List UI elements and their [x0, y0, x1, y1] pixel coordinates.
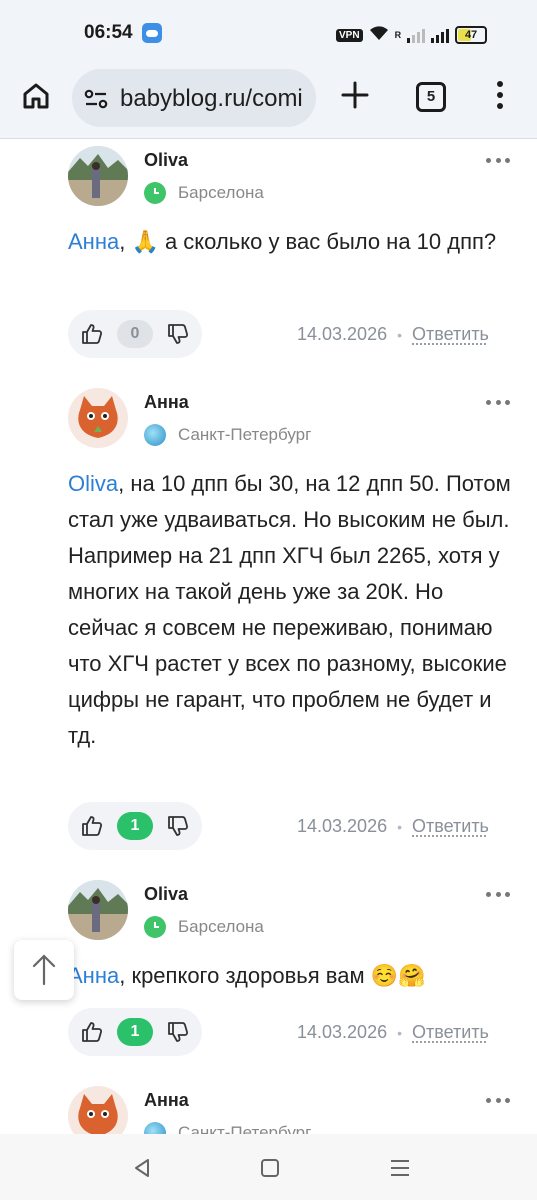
globe-icon — [144, 1122, 166, 1134]
mention-link[interactable]: Oliva — [68, 471, 118, 496]
url-text[interactable]: babyblog.ru/comi — [120, 85, 303, 113]
avatar[interactable] — [68, 1086, 128, 1134]
arrow-up-icon — [32, 954, 56, 986]
browser-toolbar: babyblog.ru/comi 5 — [0, 62, 537, 139]
avatar[interactable] — [68, 880, 128, 940]
comment-date: 14.03.2026 — [297, 1022, 388, 1042]
vote-widget: 1 — [68, 802, 202, 850]
comment-location: Санкт-Петербург — [144, 424, 311, 446]
home-nav-icon[interactable] — [258, 1156, 282, 1180]
reply-link[interactable]: Ответить — [412, 324, 489, 345]
comment-meta: 14.03.2026 • Ответить — [297, 324, 489, 345]
comment-location: Барселона — [144, 916, 264, 938]
vote-count: 1 — [117, 1018, 153, 1046]
thumbs-down-icon[interactable] — [166, 814, 190, 838]
more-options-icon[interactable] — [486, 158, 510, 166]
location-label: Барселона — [178, 917, 264, 936]
home-icon — [23, 83, 49, 109]
avatar[interactable] — [68, 388, 128, 448]
comment-author[interactable]: Oliva — [144, 884, 188, 905]
comment-meta: 14.03.2026 • Ответить — [297, 1022, 489, 1043]
status-icons: VPN R 47 — [336, 24, 488, 46]
wifi-icon — [369, 25, 389, 46]
comment-text: Анна, крепкого здоровья вам ☺️🤗 — [68, 958, 518, 994]
new-tab-button[interactable] — [340, 80, 370, 110]
more-options-icon[interactable] — [486, 400, 510, 408]
vpn-badge: VPN — [336, 28, 363, 42]
clock-green-icon — [144, 182, 166, 204]
vote-widget: 1 — [68, 1008, 202, 1056]
thumbs-up-icon[interactable] — [80, 322, 104, 346]
more-options-icon[interactable] — [486, 1098, 510, 1106]
plus-icon — [341, 81, 369, 109]
signal-icon-2 — [431, 27, 450, 43]
battery-icon: 47 — [455, 26, 488, 44]
site-settings-icon[interactable] — [84, 89, 108, 109]
clock-green-icon — [144, 916, 166, 938]
vote-widget: 0 — [68, 310, 202, 358]
signal-icon-1 — [407, 27, 426, 43]
tab-switcher-button[interactable]: 5 — [416, 82, 446, 112]
vote-count: 1 — [117, 812, 153, 840]
comment-body: , 🙏 а сколько у вас было на 10 дпп? — [119, 229, 497, 254]
comment-text: Анна, 🙏 а сколько у вас было на 10 дпп? — [68, 224, 518, 260]
status-bar: 06:54 VPN R 47 — [0, 0, 537, 62]
comment-meta: 14.03.2026 • Ответить — [297, 816, 489, 837]
globe-icon — [144, 424, 166, 446]
separator-dot: • — [397, 326, 402, 343]
browser-menu-button[interactable] — [490, 78, 510, 114]
status-time: 06:54 — [84, 22, 133, 43]
thumbs-up-icon[interactable] — [80, 1020, 104, 1044]
thumbs-up-icon[interactable] — [80, 814, 104, 838]
vote-count: 0 — [117, 320, 153, 348]
location-label: Барселона — [178, 183, 264, 202]
comment-author[interactable]: Анна — [144, 392, 189, 413]
comment-text: Oliva, на 10 дпп бы 30, на 12 дпп 50. По… — [68, 466, 518, 754]
comment-body: , на 10 дпп бы 30, на 12 дпп 50. Потом с… — [68, 471, 511, 748]
location-label: Санкт-Петербург — [178, 425, 312, 444]
system-nav-bar — [0, 1134, 537, 1200]
weather-icon — [142, 23, 162, 43]
comment-author[interactable]: Oliva — [144, 150, 188, 171]
home-button[interactable] — [20, 80, 52, 112]
location-label: Санкт-Петербург — [178, 1123, 312, 1134]
back-icon[interactable] — [130, 1156, 154, 1180]
recents-icon[interactable] — [388, 1156, 412, 1180]
comment-location: Санкт-Петербург — [144, 1122, 311, 1134]
comment-date: 14.03.2026 — [297, 324, 388, 344]
thumbs-down-icon[interactable] — [166, 1020, 190, 1044]
reply-link[interactable]: Ответить — [412, 816, 489, 837]
roaming-label: R — [394, 30, 402, 40]
separator-dot: • — [397, 1024, 402, 1041]
more-options-icon[interactable] — [486, 892, 510, 900]
comment-location: Барселона — [144, 182, 264, 204]
thumbs-down-icon[interactable] — [166, 322, 190, 346]
comment-date: 14.03.2026 — [297, 816, 388, 836]
reply-link[interactable]: Ответить — [412, 1022, 489, 1043]
address-bar[interactable]: babyblog.ru/comi — [72, 69, 316, 127]
separator-dot: • — [397, 818, 402, 835]
comments-list: Oliva Барселона Анна, 🙏 а сколько у вас … — [0, 138, 537, 1134]
comment-body: , крепкого здоровья вам ☺️🤗 — [119, 963, 426, 988]
avatar[interactable] — [68, 146, 128, 206]
battery-level: 47 — [464, 29, 478, 41]
mention-link[interactable]: Анна — [68, 229, 119, 254]
mention-link[interactable]: Анна — [68, 963, 119, 988]
comment-author[interactable]: Анна — [144, 1090, 189, 1111]
scroll-to-top-button[interactable] — [14, 940, 74, 1000]
